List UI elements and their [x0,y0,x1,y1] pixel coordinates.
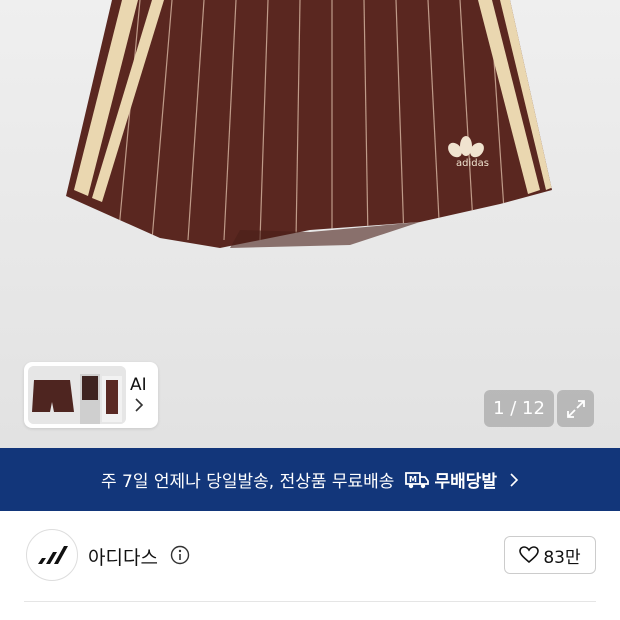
banner-text: 주 7일 언제나 당일발송, 전상품 무료배송 [100,472,395,492]
free-shipping-banner[interactable]: 주 7일 언제나 당일발송, 전상품 무료배송 M 무배당발 [0,448,620,511]
fullscreen-button[interactable] [557,390,594,427]
like-button[interactable]: 83만 [504,536,596,574]
chevron-right-icon [510,472,519,487]
info-icon[interactable] [170,545,190,565]
product-image-gallery[interactable]: adidas AI 1 / 12 [0,0,620,448]
free-delivery-badge: M 무배당발 [404,467,497,492]
svg-text:M: M [409,475,417,484]
svg-text:adidas: adidas [456,158,489,169]
brand-name[interactable]: 아디다스 [88,543,158,570]
adidas-logo-icon [38,546,68,564]
like-count: 83만 [543,547,581,568]
chevron-right-icon [135,398,144,412]
badge-label: 무배당발 [434,472,498,492]
ai-try-on-card[interactable]: AI [24,362,158,428]
heart-icon [519,546,540,564]
image-counter: 1 / 12 [484,390,554,427]
delivery-truck-icon: M [405,471,430,488]
expand-icon [566,399,585,418]
ai-label: AI [130,375,147,395]
brand-logo[interactable] [26,529,78,581]
brand-row: 아디다스 83만 [0,511,620,601]
thumbnail-image [28,366,126,424]
divider [24,601,596,602]
